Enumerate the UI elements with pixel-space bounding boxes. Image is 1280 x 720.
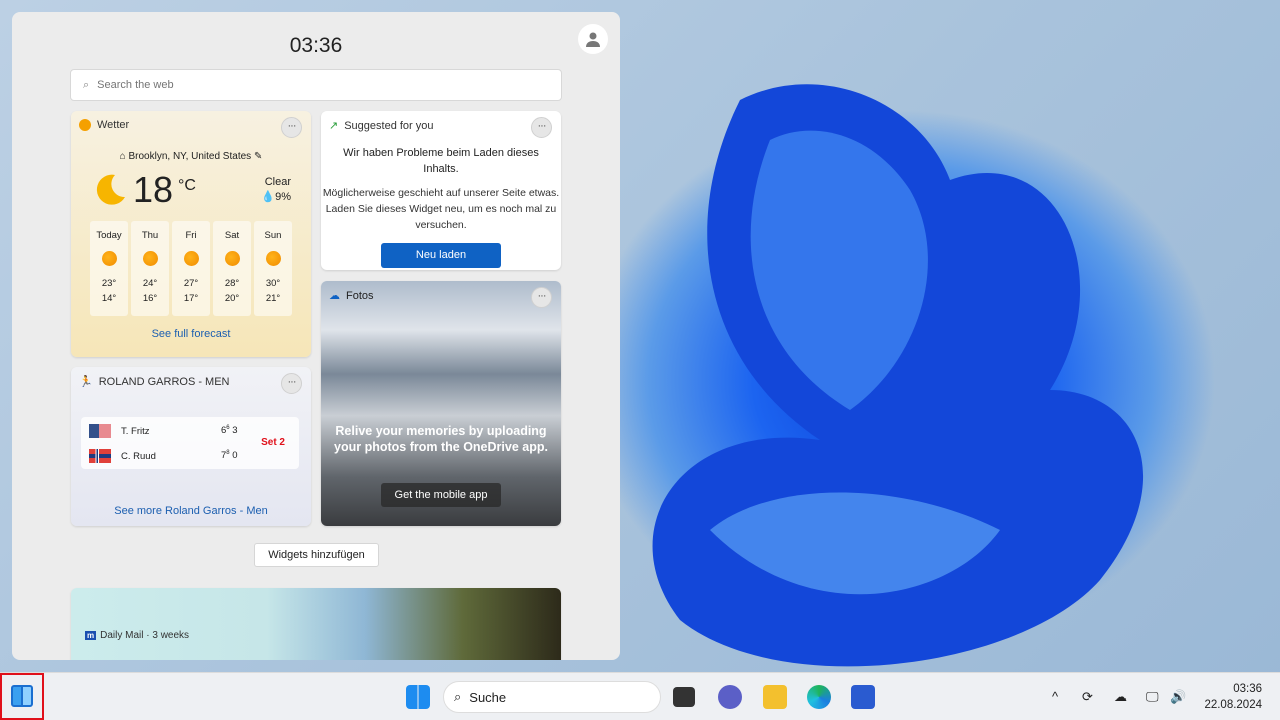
player-name: T. Fritz — [121, 425, 150, 437]
edit-icon[interactable]: ✎ — [254, 151, 262, 162]
user-icon — [586, 32, 600, 47]
search-input[interactable] — [97, 79, 498, 91]
photos-widget[interactable]: ☁ Fotos ··· Relive your memories by uploa… — [321, 281, 561, 526]
trend-icon: ↗ — [329, 120, 339, 132]
add-widgets-button[interactable]: Widgets hinzufügen — [254, 543, 379, 567]
player-name: C. Ruud — [121, 450, 156, 462]
task-view-button[interactable] — [673, 687, 695, 707]
widgets-icon — [11, 685, 33, 707]
web-search[interactable]: ⌕ — [70, 69, 562, 101]
player-score: 66 3 — [221, 425, 238, 437]
low-temp: 14° — [101, 293, 117, 304]
teams-chat-button[interactable] — [718, 685, 742, 709]
clock-time: 03:36 — [1233, 683, 1262, 695]
onedrive-icon: ☁ — [329, 290, 340, 302]
widgets-button[interactable] — [0, 673, 44, 720]
daily-mail-icon: m — [85, 631, 97, 640]
more-options-button[interactable]: ··· — [531, 287, 552, 308]
day-label: Sun — [264, 230, 282, 241]
start-button[interactable] — [406, 685, 430, 709]
partly-cloudy-icon — [101, 251, 117, 266]
forecast-day[interactable]: Sun 30° 21° — [254, 221, 292, 316]
day-label: Thu — [141, 230, 159, 241]
low-temp: 16° — [142, 293, 158, 304]
day-label: Today — [96, 230, 122, 241]
match-status: Set 2 — [261, 437, 285, 448]
low-temp: 20° — [224, 293, 240, 304]
full-forecast-link[interactable]: See full forecast — [71, 328, 311, 340]
high-temp: 24° — [142, 278, 158, 289]
taskbar-search[interactable]: ⌕ Suche — [443, 681, 661, 713]
day-label: Fri — [185, 230, 197, 241]
file-explorer-button[interactable] — [763, 685, 787, 709]
forecast-day[interactable]: Fri 27° 17° — [172, 221, 210, 316]
player-score: 78 0 — [221, 450, 238, 462]
forecast-day[interactable]: Thu 24° 16° — [131, 221, 169, 316]
get-mobile-app-button[interactable]: Get the mobile app — [381, 483, 501, 507]
news-source: Daily Mail · 3 weeks — [100, 630, 190, 641]
more-options-button[interactable]: ··· — [281, 117, 302, 138]
low-temp: 17° — [183, 293, 199, 304]
suggested-widget: ↗ Suggested for you ··· Wir haben Problem… — [321, 111, 561, 270]
profile-button[interactable] — [578, 24, 608, 54]
runner-icon: 🏃 — [79, 376, 93, 388]
see-more-link[interactable]: See more Roland Garros - Men — [71, 505, 311, 517]
widget-title: ROLAND GARROS - MEN — [98, 375, 230, 388]
usa-flag-icon — [89, 424, 111, 438]
forecast-day[interactable]: Today 23° 14° — [90, 221, 128, 316]
widget-title: Wetter — [97, 119, 130, 131]
tennis-widget[interactable]: 🏃 ROLAND GARROS - MEN ··· T. Fritz 66 3 C.… — [71, 367, 311, 526]
sunny-icon — [265, 251, 281, 266]
condition: Clear — [264, 176, 291, 188]
more-options-button[interactable]: ··· — [531, 117, 552, 138]
widget-title: Suggested for you — [344, 119, 434, 132]
temperature-unit: °C — [178, 177, 196, 194]
show-hidden-icons-button[interactable]: ^ — [1052, 689, 1058, 704]
sunny-icon — [224, 251, 240, 266]
error-body: Möglicherweise geschieht auf unserer Sei… — [322, 187, 560, 231]
forecast-day[interactable]: Sat 28° 20° — [213, 221, 251, 316]
home-icon: ⌂ — [119, 151, 126, 162]
high-temp: 28° — [224, 278, 240, 289]
more-options-button[interactable]: ··· — [281, 373, 302, 394]
sync-icon[interactable]: ⟳ — [1082, 689, 1093, 705]
droplet-icon: 💧 — [261, 191, 276, 203]
news-card[interactable]: m Daily Mail · 3 weeks — [71, 588, 561, 660]
panel-clock: 03:36 — [289, 34, 343, 57]
photos-message: Relive your memories by uploading your p… — [334, 424, 548, 454]
high-temp: 30° — [265, 278, 281, 289]
onedrive-status-icon[interactable]: ☁ — [1114, 689, 1127, 705]
widget-title: Fotos — [346, 289, 374, 302]
weather-icon — [79, 119, 91, 131]
store-button[interactable] — [851, 685, 875, 709]
search-icon: ⌕ — [83, 78, 90, 91]
widgets-panel: 03:36 ⌕ Wetter ··· ⌂ Brooklyn, NY, Unite… — [12, 12, 620, 660]
error-heading: Wir haben Probleme beim Laden dieses Inh… — [343, 147, 539, 175]
clock-date: 22.08.2024 — [1204, 699, 1262, 711]
day-label: Sat — [224, 230, 240, 241]
search-label: Suche — [469, 689, 507, 705]
location: Brooklyn, NY, United States — [128, 151, 252, 162]
high-temp: 27° — [183, 278, 199, 289]
precipitation: 9% — [275, 191, 291, 203]
search-icon: ⌕ — [454, 689, 462, 704]
wallpaper-bloom — [652, 84, 1144, 667]
reload-button[interactable]: Neu laden — [381, 243, 501, 268]
volume-icon[interactable]: 🔊 — [1170, 689, 1186, 705]
high-temp: 23° — [101, 278, 117, 289]
partly-cloudy-icon — [183, 251, 199, 266]
partly-cloudy-icon — [142, 251, 158, 266]
temperature: 18 — [133, 169, 174, 210]
weather-widget[interactable]: Wetter ··· ⌂ Brooklyn, NY, United States… — [71, 111, 311, 357]
match-score[interactable]: T. Fritz 66 3 C. Ruud 78 0 Set 2 — [81, 417, 299, 469]
norway-flag-icon — [89, 449, 111, 463]
low-temp: 21° — [265, 293, 281, 304]
system-clock[interactable]: 03:36 22.08.2024 — [1204, 681, 1262, 713]
moon-icon — [96, 174, 125, 205]
edge-button[interactable] — [807, 685, 831, 709]
network-icon[interactable]: 🖵 — [1146, 689, 1159, 705]
taskbar: ⌕ Suche ^ ⟳ ☁ 🖵 🔊 03:36 22.08.2024 — [0, 672, 1280, 720]
